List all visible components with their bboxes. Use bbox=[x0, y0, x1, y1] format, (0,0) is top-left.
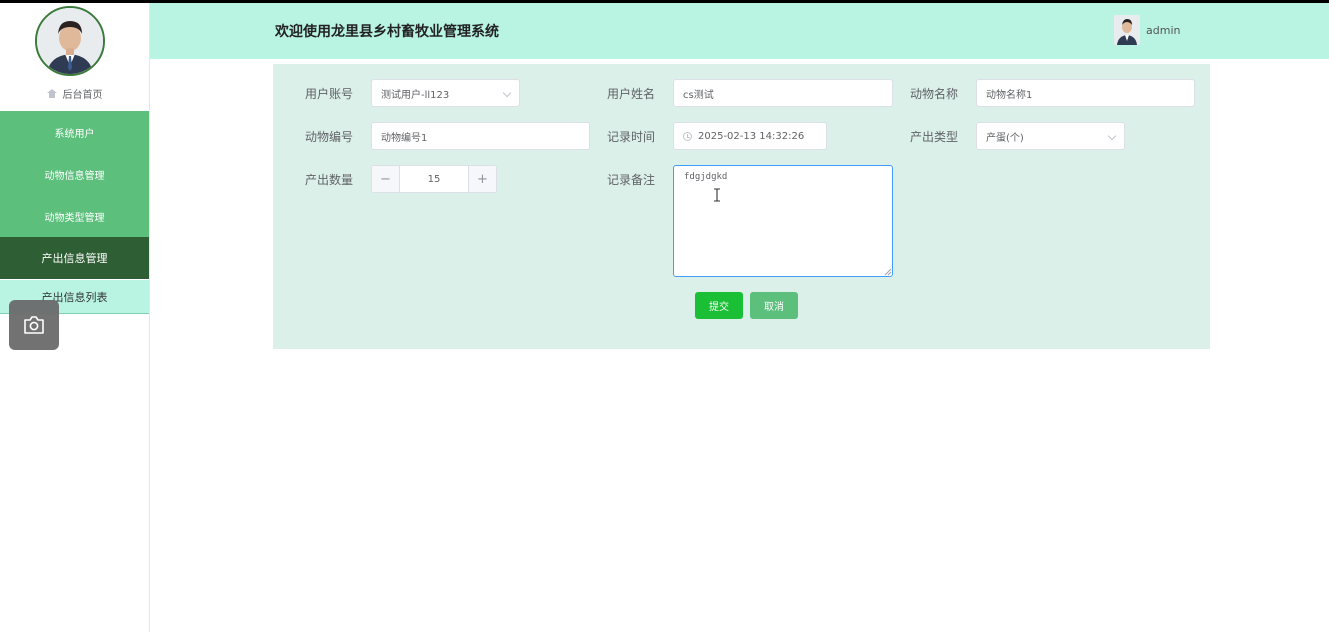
text-cursor-icon bbox=[714, 188, 720, 202]
sidebar-item-label: 后台首页 bbox=[62, 89, 103, 101]
sidebar-item-label: 动物类型管理 bbox=[44, 212, 105, 224]
chevron-down-icon bbox=[502, 88, 512, 98]
animal-no-value: 动物编号1 bbox=[381, 132, 428, 144]
sidebar-item-home[interactable]: 后台首页 bbox=[0, 83, 149, 103]
user-account-select[interactable]: 测试用户-ll123 bbox=[371, 79, 520, 107]
chevron-down-icon bbox=[1107, 131, 1117, 141]
user-name-field[interactable]: cs测试 bbox=[673, 79, 893, 107]
decrement-button[interactable]: − bbox=[372, 166, 400, 192]
sidebar-item-label: 系统用户 bbox=[54, 128, 95, 140]
animal-no-field[interactable]: 动物编号1 bbox=[371, 122, 590, 150]
user-name-label: 用户姓名 bbox=[607, 87, 656, 101]
animal-name-label: 动物名称 bbox=[910, 87, 959, 101]
user-menu[interactable]: admin bbox=[1114, 15, 1180, 45]
output-qty-stepper[interactable]: − 15 + bbox=[371, 165, 497, 193]
remark-label: 记录备注 bbox=[607, 173, 656, 187]
sidebar-item-system-users[interactable]: 系统用户 bbox=[0, 111, 149, 153]
animal-name-value: 动物名称1 bbox=[986, 89, 1033, 101]
page-title: 欢迎使用龙里县乡村畜牧业管理系统 bbox=[275, 24, 499, 40]
top-border bbox=[0, 0, 1329, 3]
clock-icon bbox=[683, 131, 692, 141]
output-type-value: 产蛋(个) bbox=[986, 132, 1024, 144]
sidebar-item-output-info[interactable]: 产出信息管理 bbox=[0, 237, 149, 279]
camera-button[interactable] bbox=[9, 300, 59, 350]
sidebar-item-animal-type[interactable]: 动物类型管理 bbox=[0, 195, 149, 237]
output-type-select[interactable]: 产蛋(个) bbox=[976, 122, 1125, 150]
output-type-label: 产出类型 bbox=[910, 130, 959, 144]
resize-handle-icon[interactable] bbox=[884, 268, 892, 276]
user-avatar bbox=[1114, 15, 1140, 45]
record-time-value: 2025-02-13 14:32:26 bbox=[698, 130, 805, 142]
home-icon bbox=[46, 88, 57, 98]
record-time-picker[interactable]: 2025-02-13 14:32:26 bbox=[673, 122, 827, 150]
submit-button[interactable]: 提交 bbox=[695, 292, 743, 319]
cancel-button[interactable]: 取消 bbox=[750, 292, 798, 319]
user-account-label: 用户账号 bbox=[305, 87, 354, 101]
user-account-value: 测试用户-ll123 bbox=[381, 89, 450, 101]
camera-icon bbox=[24, 316, 44, 334]
sidebar-item-animal-info[interactable]: 动物信息管理 bbox=[0, 153, 149, 195]
avatar bbox=[35, 6, 105, 76]
remark-textarea[interactable]: fdgjdgkd bbox=[673, 165, 893, 277]
sidebar-item-label: 动物信息管理 bbox=[44, 170, 105, 182]
record-time-label: 记录时间 bbox=[607, 130, 656, 144]
username: admin bbox=[1146, 23, 1181, 37]
header: 欢迎使用龙里县乡村畜牧业管理系统 admin bbox=[150, 3, 1329, 59]
output-qty-label: 产出数量 bbox=[305, 173, 354, 187]
sidebar-item-label: 产出信息管理 bbox=[41, 252, 108, 265]
user-name-value: cs测试 bbox=[683, 89, 714, 101]
animal-name-field[interactable]: 动物名称1 bbox=[976, 79, 1195, 107]
increment-button[interactable]: + bbox=[468, 166, 496, 192]
output-qty-value[interactable]: 15 bbox=[400, 166, 468, 192]
animal-no-label: 动物编号 bbox=[305, 130, 354, 144]
